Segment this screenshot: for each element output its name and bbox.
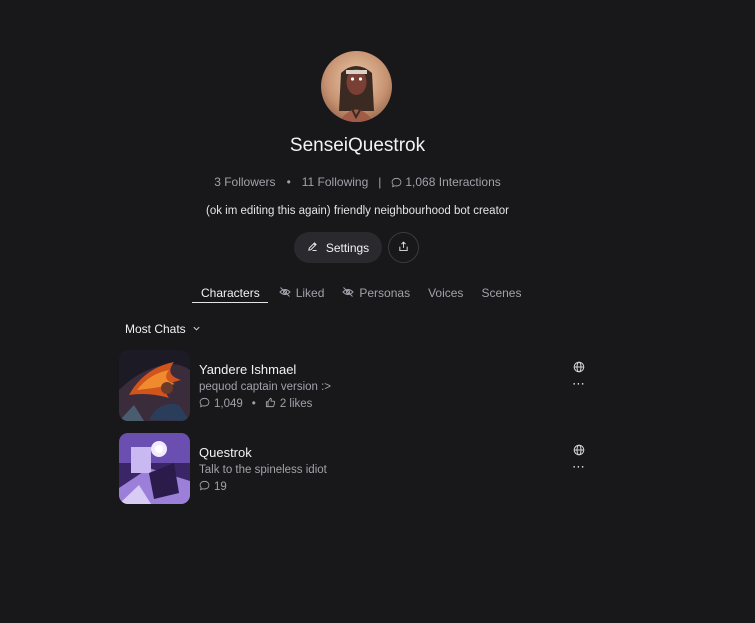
- eye-off-icon: [278, 286, 291, 301]
- character-card[interactable]: Questrok Talk to the spineless idiot 19 …: [119, 433, 589, 505]
- interactions-count: 1,068 Interactions: [405, 175, 501, 189]
- pencil-icon: [307, 241, 318, 255]
- character-name: Questrok: [199, 445, 252, 460]
- chat-count: 1,049: [214, 398, 243, 410]
- share-button[interactable]: [388, 232, 419, 263]
- sort-label: Most Chats: [125, 322, 186, 336]
- tab-characters-label: Characters: [201, 286, 260, 300]
- following-count[interactable]: 11 Following: [302, 175, 368, 189]
- separator-bar: |: [378, 175, 382, 189]
- profile-username: SenseiQuestrok: [289, 135, 426, 156]
- separator-dot: •: [251, 398, 256, 410]
- tab-voices-label: Voices: [428, 286, 464, 300]
- tab-characters[interactable]: Characters: [192, 284, 269, 302]
- profile-page: SenseiQuestrok 3 Followers • 11 Followin…: [0, 0, 755, 623]
- profile-avatar[interactable]: [321, 51, 392, 122]
- profile-tabs: Characters Liked Personas Voices Scenes: [192, 284, 530, 302]
- tab-liked[interactable]: Liked: [270, 284, 334, 302]
- chat-bubble-icon: [199, 480, 210, 494]
- more-options-icon[interactable]: ⋯: [572, 377, 586, 390]
- profile-bio: (ok im editing this again) friendly neig…: [205, 205, 509, 217]
- character-meta: 1,049 • 2 likes: [199, 397, 312, 411]
- separator-dot: •: [286, 175, 291, 189]
- share-icon: [398, 239, 409, 257]
- character-description: Talk to the spineless idiot: [199, 464, 327, 476]
- tab-personas[interactable]: Personas: [333, 284, 419, 302]
- likes-count: 2 likes: [279, 398, 313, 410]
- chevron-down-icon: [192, 322, 201, 336]
- settings-label: Settings: [325, 240, 370, 255]
- more-options-icon[interactable]: ⋯: [572, 460, 586, 473]
- tab-liked-label: Liked: [295, 286, 325, 300]
- settings-button[interactable]: Settings: [294, 232, 382, 263]
- chat-count: 19: [214, 481, 227, 493]
- character-thumbnail[interactable]: [119, 350, 190, 421]
- eye-off-icon: [342, 286, 355, 301]
- tab-personas-label: Personas: [359, 286, 411, 300]
- thumbs-up-icon: [265, 397, 276, 411]
- tab-voices[interactable]: Voices: [419, 284, 472, 302]
- profile-stats: 3 Followers • 11 Following | 1,068 Inter…: [0, 175, 715, 189]
- sort-dropdown[interactable]: Most Chats: [125, 322, 201, 336]
- character-thumbnail[interactable]: [119, 433, 190, 504]
- character-name: Yandere Ishmael: [199, 362, 297, 377]
- character-meta: 19: [199, 480, 227, 494]
- tab-scenes[interactable]: Scenes: [472, 284, 530, 302]
- chat-bubble-icon: [199, 397, 210, 411]
- followers-count[interactable]: 3 Followers: [214, 175, 275, 189]
- character-card[interactable]: Yandere Ishmael pequod captain version :…: [119, 350, 589, 422]
- active-tab-indicator: [192, 302, 268, 303]
- chat-bubble-icon: [391, 177, 402, 188]
- character-description: pequod captain version :>: [199, 381, 332, 393]
- tab-scenes-label: Scenes: [481, 286, 522, 300]
